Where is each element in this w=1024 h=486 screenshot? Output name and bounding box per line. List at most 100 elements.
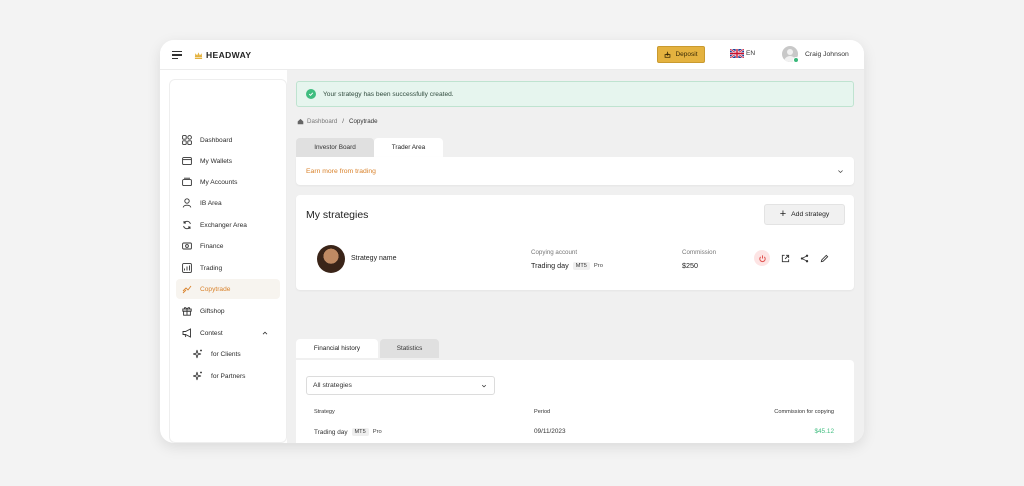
breadcrumb-home[interactable]: Dashboard bbox=[307, 118, 337, 125]
row-commission: $45.12 bbox=[814, 428, 834, 435]
megaphone-icon bbox=[182, 328, 191, 338]
pencil-icon bbox=[820, 254, 828, 262]
sidebar-item-for-partners[interactable]: for Partners bbox=[176, 366, 280, 386]
strategy-filter-select[interactable]: All strategies bbox=[306, 376, 495, 395]
column-header-period: Period bbox=[534, 409, 551, 415]
sidebar-item-label: Contest bbox=[200, 329, 223, 337]
power-icon bbox=[758, 254, 766, 262]
sidebar-item-dashboard[interactable]: Dashboard bbox=[176, 130, 280, 150]
sidebar-item-label: Copytrade bbox=[200, 285, 231, 293]
sidebar: Dashboard My Wallets My Accounts IB Area… bbox=[169, 79, 287, 443]
sidebar-item-label: My Accounts bbox=[200, 178, 238, 186]
power-button[interactable] bbox=[754, 250, 770, 266]
sidebar-item-trading[interactable]: Trading bbox=[176, 258, 280, 278]
language-selector[interactable]: EN bbox=[730, 49, 755, 58]
copying-account-value: Trading day MT5 Pro bbox=[531, 261, 603, 270]
share-icon bbox=[800, 254, 808, 262]
external-link-icon bbox=[781, 254, 789, 262]
breadcrumb-separator: / bbox=[342, 118, 345, 125]
row-platform-badge: MT5 bbox=[351, 428, 369, 436]
top-bar: HEADWAY Deposit EN Craig Johnson bbox=[160, 40, 864, 70]
sidebar-item-label: Trading bbox=[200, 264, 223, 272]
strategy-name[interactable]: Strategy name bbox=[351, 255, 397, 262]
sidebar-item-label: Exchanger Area bbox=[200, 221, 247, 229]
copying-account-label: Copying account bbox=[531, 249, 578, 256]
account-type: Pro bbox=[593, 262, 603, 269]
chevron-down-icon bbox=[838, 170, 843, 174]
deposit-button[interactable]: Deposit bbox=[657, 46, 705, 63]
chart-icon bbox=[182, 263, 192, 273]
language-label: EN bbox=[746, 50, 756, 57]
sidebar-item-label: for Clients bbox=[211, 350, 241, 358]
tab-financial-history[interactable]: Financial history bbox=[296, 339, 378, 358]
chevron-down-icon bbox=[481, 384, 487, 388]
sidebar-item-for-clients[interactable]: for Clients bbox=[176, 344, 280, 364]
sidebar-item-label: for Partners bbox=[211, 372, 246, 380]
finance-icon bbox=[182, 242, 192, 250]
dashboard-icon bbox=[182, 135, 192, 145]
main-content: Your strategy has been successfully crea… bbox=[287, 70, 864, 443]
success-alert: Your strategy has been successfully crea… bbox=[296, 81, 854, 107]
platform-badge: MT5 bbox=[572, 261, 590, 270]
home-icon[interactable] bbox=[297, 118, 304, 125]
app-window: HEADWAY Deposit EN Craig Johnson Dashboa… bbox=[160, 40, 864, 443]
alert-message: Your strategy has been successfully crea… bbox=[323, 90, 454, 98]
commission-label: Commission bbox=[682, 249, 717, 256]
wallet-icon bbox=[182, 157, 192, 166]
accounts-icon bbox=[182, 177, 192, 187]
user-icon bbox=[182, 198, 192, 208]
deposit-label: Deposit bbox=[675, 51, 698, 58]
sidebar-item-contest[interactable]: Contest bbox=[176, 323, 280, 343]
share-button[interactable] bbox=[797, 251, 811, 265]
row-strategy-name: Trading day bbox=[314, 428, 348, 436]
online-status-dot bbox=[793, 57, 799, 63]
row-period: 09/11/2023 bbox=[534, 428, 566, 435]
crown-logo-icon bbox=[194, 51, 203, 59]
open-external-button[interactable] bbox=[778, 251, 792, 265]
add-strategy-button[interactable]: + Add strategy bbox=[764, 204, 845, 225]
breadcrumb-current: Copytrade bbox=[349, 118, 378, 125]
edit-button[interactable] bbox=[817, 251, 831, 265]
sidebar-item-my-wallets[interactable]: My Wallets bbox=[176, 151, 280, 171]
strategies-title: My strategies bbox=[306, 209, 369, 221]
add-strategy-label: Add strategy bbox=[791, 211, 830, 218]
sidebar-item-label: My Wallets bbox=[200, 157, 232, 165]
uk-flag-icon bbox=[730, 49, 744, 58]
column-header-commission: Commission for copying bbox=[774, 409, 834, 415]
sidebar-item-my-accounts[interactable]: My Accounts bbox=[176, 172, 280, 192]
brand-name: HEADWAY bbox=[206, 50, 252, 60]
commission-value: $250 bbox=[682, 261, 698, 270]
sidebar-item-giftshop[interactable]: Giftshop bbox=[176, 301, 280, 321]
earn-more-accordion[interactable]: Earn more from trading bbox=[296, 157, 854, 185]
account-name: Trading day bbox=[531, 261, 569, 270]
tab-statistics[interactable]: Statistics bbox=[380, 339, 439, 358]
plus-icon: + bbox=[779, 207, 787, 220]
check-circle-icon bbox=[306, 89, 316, 99]
tab-investor-board[interactable]: Investor Board bbox=[296, 138, 374, 157]
sidebar-item-label: Dashboard bbox=[200, 136, 233, 144]
sidebar-item-finance[interactable]: Finance bbox=[176, 236, 280, 256]
sidebar-item-label: Finance bbox=[200, 242, 224, 250]
tab-trader-area[interactable]: Trader Area bbox=[374, 138, 443, 157]
chevron-up-icon bbox=[262, 331, 268, 335]
gift-icon bbox=[182, 307, 192, 316]
copytrade-icon bbox=[182, 285, 192, 294]
menu-icon[interactable] bbox=[172, 51, 182, 60]
strategy-avatar[interactable] bbox=[317, 245, 345, 273]
sidebar-item-ib-area[interactable]: IB Area bbox=[176, 193, 280, 213]
sidebar-item-copytrade[interactable]: Copytrade bbox=[176, 279, 280, 299]
logo[interactable]: HEADWAY bbox=[194, 49, 251, 61]
breadcrumb: Dashboard / Copytrade bbox=[297, 118, 378, 125]
user-name: Craig Johnson bbox=[805, 50, 849, 58]
row-account-type: Pro bbox=[372, 429, 382, 435]
row-strategy: Trading day MT5 Pro bbox=[314, 428, 382, 436]
strategy-filter-value: All strategies bbox=[313, 382, 352, 389]
my-strategies-card: My strategies + Add strategy Strategy na… bbox=[296, 195, 854, 290]
earn-more-label: Earn more from trading bbox=[306, 167, 376, 175]
sidebar-item-exchanger-area[interactable]: Exchanger Area bbox=[176, 215, 280, 235]
column-header-strategy: Strategy bbox=[314, 409, 335, 415]
exchange-icon bbox=[183, 220, 191, 230]
sparkle-icon bbox=[193, 371, 202, 381]
sidebar-item-label: IB Area bbox=[200, 199, 222, 207]
financial-history-card: All strategies Strategy Period Commissio… bbox=[296, 360, 854, 443]
